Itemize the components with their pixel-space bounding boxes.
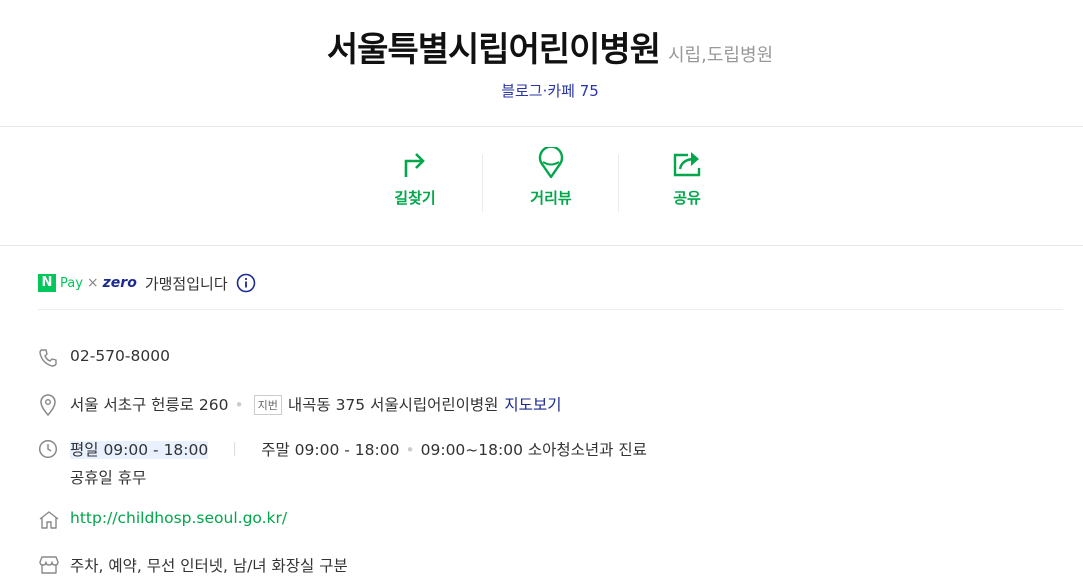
youth-clinic-hours: 09:00~18:00 소아청소년과 진료 xyxy=(420,441,647,459)
npay-text: Pay xyxy=(60,275,83,291)
lot-number-badge: 지번 xyxy=(253,395,282,415)
home-icon xyxy=(39,511,59,529)
zero-logo: zero xyxy=(102,275,137,291)
directions-button[interactable]: 길찾기 xyxy=(360,147,470,208)
share-icon xyxy=(673,152,701,177)
address-text: 서울 서초구 헌릉로 260 • 지번 내곡동 375 서울시립어린이병원 지도보기 xyxy=(70,393,561,415)
street-view-label: 거리뷰 xyxy=(530,189,572,207)
homepage-link[interactable]: http://childhosp.seoul.go.kr/ xyxy=(70,509,287,527)
phone-number[interactable]: 02-570-8000 xyxy=(70,347,170,365)
place-title: 서울특별시립어린이병원 xyxy=(326,30,661,70)
place-category: 시립,도립병원 xyxy=(668,45,774,66)
title-row: 서울특별시립어린이병원 시립,도립병원 xyxy=(0,22,1083,71)
place-header: 서울특별시립어린이병원 시립,도립병원 블로그·카페 75 xyxy=(0,0,1083,127)
info-icon[interactable] xyxy=(236,273,256,293)
map-view-link[interactable]: 지도보기 xyxy=(504,396,561,414)
action-divider xyxy=(618,154,619,212)
clock-icon xyxy=(38,439,58,459)
section-divider xyxy=(38,309,1063,310)
hours-text: 평일 09:00 - 18:00 주말 09:00 - 18:00 • 09:00~1… xyxy=(70,438,647,460)
action-bar: 길찾기 거리뷰 공유 xyxy=(0,127,1083,246)
npay-zero-row: N Pay × zero 가맹점입니다 xyxy=(38,269,256,297)
lot-address: 내곡동 375 서울시립어린이병원 xyxy=(287,396,499,414)
weekend-hours: 주말 09:00 - 18:00 xyxy=(261,441,400,459)
share-label: 공유 xyxy=(673,189,701,207)
facilities-text: 주차, 예약, 무선 인터넷, 남/녀 화장실 구분 xyxy=(70,557,348,575)
merchant-text: 가맹점입니다 xyxy=(144,274,228,293)
npay-logo: N xyxy=(38,274,56,292)
blog-cafe-review-link[interactable]: 블로그·카페 75 xyxy=(501,82,599,100)
separator-dot: • xyxy=(234,396,244,414)
street-view-button[interactable]: 거리뷰 xyxy=(496,147,606,208)
review-row: 블로그·카페 75 xyxy=(0,80,1083,101)
separator-dot: • xyxy=(405,441,415,459)
street-view-icon xyxy=(538,147,564,179)
location-pin-icon xyxy=(40,394,56,416)
directions-icon xyxy=(404,153,425,177)
hours-divider xyxy=(234,442,236,456)
weekday-hours: 평일 09:00 - 18:00 xyxy=(70,441,209,459)
holiday-hours: 공휴일 휴무 xyxy=(70,469,147,487)
store-icon xyxy=(39,556,59,574)
phone-icon xyxy=(39,349,57,367)
action-divider xyxy=(482,154,483,212)
share-button[interactable]: 공유 xyxy=(632,147,742,208)
road-address: 서울 서초구 헌릉로 260 xyxy=(70,396,229,414)
times-sign: × xyxy=(86,275,99,291)
directions-label: 길찾기 xyxy=(394,189,436,207)
